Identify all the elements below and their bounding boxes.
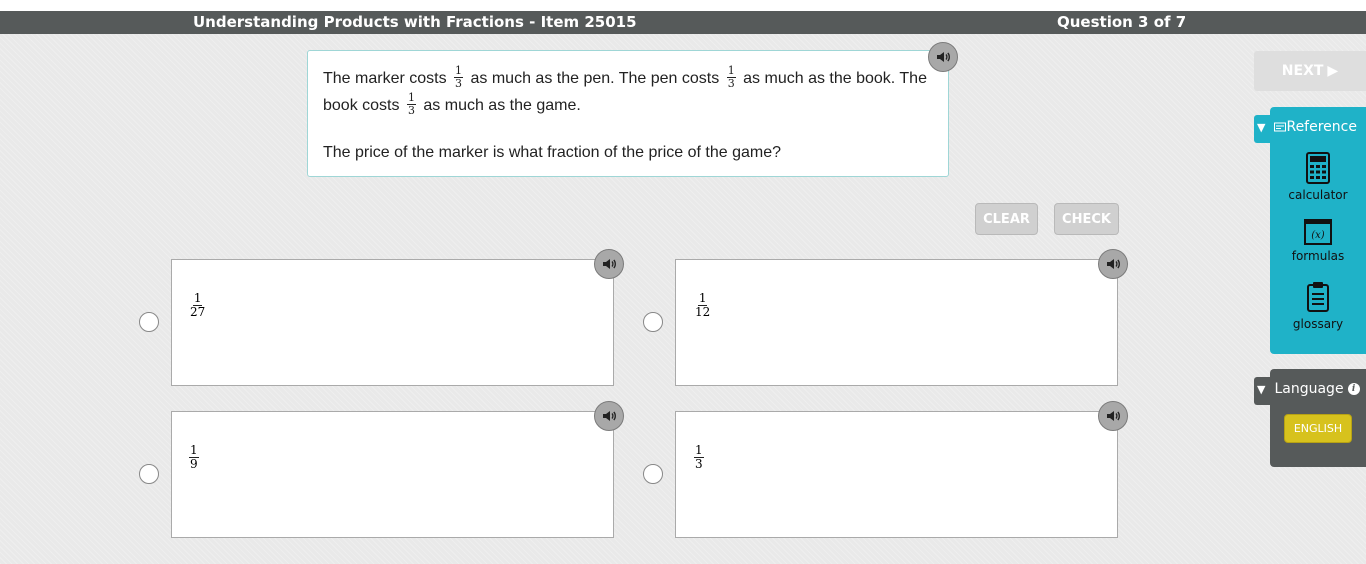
fraction: 13 [406,92,416,118]
glossary-label: glossary [1292,317,1344,331]
numerator: 1 [697,291,708,306]
header-bar: Understanding Products with Fractions - … [0,11,1366,34]
question-prompt: The price of the marker is what fraction… [323,144,781,161]
speaker-icon [603,411,616,421]
item-title: Understanding Products with Fractions - … [193,13,637,31]
answer-choice-a[interactable]: 1 27 [171,259,614,386]
answer-choice-c[interactable]: 19 [171,411,614,538]
next-button[interactable]: NEXT ▶ [1254,51,1366,91]
choice-d-audio-button[interactable] [1098,401,1128,431]
answer-choice-d[interactable]: 13 [675,411,1118,538]
choice-c-audio-button[interactable] [594,401,624,431]
denominator: 12 [695,305,711,319]
reference-card-icon [1274,122,1287,132]
language-toggle[interactable]: ▼ Language i [1257,381,1360,397]
fraction: 13 [454,65,464,91]
answer-choice-b[interactable]: 1 12 [675,259,1118,386]
next-label: NEXT [1281,63,1324,79]
reference-toggle[interactable]: ▼ Reference [1257,119,1357,135]
formulas-glyph: (x) [1311,230,1325,241]
calculator-label: calculator [1288,188,1348,202]
speaker-icon [937,52,950,62]
choice-a-radio[interactable] [139,312,159,332]
fraction: 13 [726,65,736,91]
choice-d-radio[interactable] [643,464,663,484]
numerator: 1 [192,291,203,306]
denominator: 3 [407,104,415,118]
question-text-line-1: The marker costs 13 as much as the pen. … [323,65,933,92]
choice-b-audio-button[interactable] [1098,249,1128,279]
question-text: as much as the book. The [743,70,927,87]
question-text: book costs [323,97,400,114]
speaker-icon [1107,411,1120,421]
top-strip [0,0,1366,11]
question-text-line-2: book costs 13 as much as the game. [323,92,933,119]
choice-a-audio-button[interactable] [594,249,624,279]
numerator: 1 [189,443,199,458]
collapse-triangle-icon: ▼ [1257,120,1266,134]
question-counter: Question 3 of 7 [1057,13,1187,31]
denominator: 9 [190,457,198,471]
clear-button[interactable]: CLEAR [975,203,1038,235]
choice-fraction: 1 12 [694,292,711,319]
glossary-tool[interactable]: glossary [1270,281,1366,331]
question-text: The marker costs [323,70,447,87]
question-audio-button[interactable] [928,42,958,72]
calculator-icon [1306,152,1330,184]
english-language-button[interactable]: ENGLISH [1284,414,1352,443]
formulas-icon: (x) [1304,219,1332,245]
choice-b-radio[interactable] [643,312,663,332]
play-arrow-icon: ▶ [1327,63,1339,79]
denominator: 27 [190,305,206,319]
denominator: 3 [727,77,735,91]
speaker-icon [603,259,616,269]
denominator: 3 [455,77,463,91]
choice-fraction: 13 [694,444,704,471]
choice-fraction: 1 27 [189,292,206,319]
numerator: 1 [694,443,704,458]
question-text: as much as the game. [423,97,581,114]
formulas-tool[interactable]: (x) formulas [1270,219,1366,263]
denominator: 3 [695,457,703,471]
formulas-label: formulas [1291,249,1345,263]
speaker-icon [1107,259,1120,269]
calculator-tool[interactable]: calculator [1270,152,1366,202]
reference-title: Reference [1286,119,1357,135]
glossary-icon [1307,282,1329,312]
question-stem: The marker costs 13 as much as the pen. … [307,50,949,177]
collapse-triangle-icon: ▼ [1257,382,1266,396]
choice-c-radio[interactable] [139,464,159,484]
question-text: as much as the pen. The pen costs [470,70,720,87]
info-icon[interactable]: i [1347,383,1360,395]
language-title: Language [1274,381,1344,397]
check-button[interactable]: CHECK [1054,203,1119,235]
choice-fraction: 19 [189,444,199,471]
